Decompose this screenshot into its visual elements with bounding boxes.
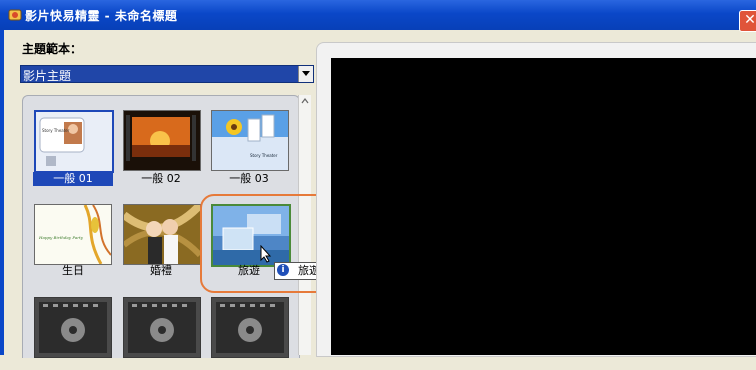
template-thumbnail-general-03[interactable]: Story Theater [211, 110, 289, 171]
dropdown-arrow-button[interactable] [298, 66, 313, 82]
general-01-preview: Story Theater [36, 112, 112, 171]
general-03-preview: Story Theater [212, 111, 288, 170]
theme-template-label: 主題範本： [22, 42, 83, 56]
general-02-preview [124, 111, 200, 170]
template-label[interactable]: 一般 02 [121, 172, 201, 186]
template-label[interactable]: 一般 01 [33, 172, 113, 186]
chevron-down-icon [302, 71, 310, 76]
video-preview-screen[interactable] [331, 58, 756, 355]
film-reel-icon [212, 298, 288, 357]
template-thumbnail-birthday[interactable]: Happy Birthday Party [34, 204, 112, 265]
template-thumbnail-general-01[interactable]: Story Theater [34, 110, 114, 173]
title-bar: 影片快易精靈 - 未命名標題 ✕ [0, 0, 756, 32]
general-03-thumb-text: Story Theater [250, 153, 278, 158]
window-title: 影片快易精靈 - 未命名標題 [25, 9, 178, 23]
dropdown-selected-value: 影片主題 [23, 69, 72, 83]
template-thumbnail-wedding[interactable] [123, 204, 201, 265]
template-thumbnail-film-1[interactable] [34, 297, 112, 358]
window-border [0, 30, 4, 355]
wedding-preview [124, 205, 200, 264]
birthday-thumb-text: Happy Birthday Party [38, 235, 84, 240]
scroll-up-icon[interactable] [301, 97, 309, 105]
template-label[interactable]: 生日 [33, 264, 113, 278]
birthday-preview: Happy Birthday Party [35, 205, 111, 264]
mouse-cursor-icon [260, 245, 272, 263]
film-reel-icon [35, 298, 111, 357]
template-thumbnail-film-3[interactable] [211, 297, 289, 358]
film-reel-icon [124, 298, 200, 357]
template-label[interactable]: 婚禮 [121, 264, 201, 278]
theme-category-dropdown[interactable]: 影片主題 [20, 65, 314, 83]
template-label[interactable] [209, 356, 289, 370]
template-label[interactable] [121, 356, 201, 370]
info-icon: i [277, 264, 289, 276]
app-icon [8, 9, 22, 21]
close-button[interactable]: ✕ [739, 10, 756, 32]
template-thumbnail-film-2[interactable] [123, 297, 201, 358]
template-label[interactable] [33, 356, 113, 370]
template-thumbnail-general-02[interactable] [123, 110, 201, 171]
general-01-thumb-text: Story Theater [42, 128, 70, 133]
template-label[interactable]: 一般 03 [209, 172, 289, 186]
